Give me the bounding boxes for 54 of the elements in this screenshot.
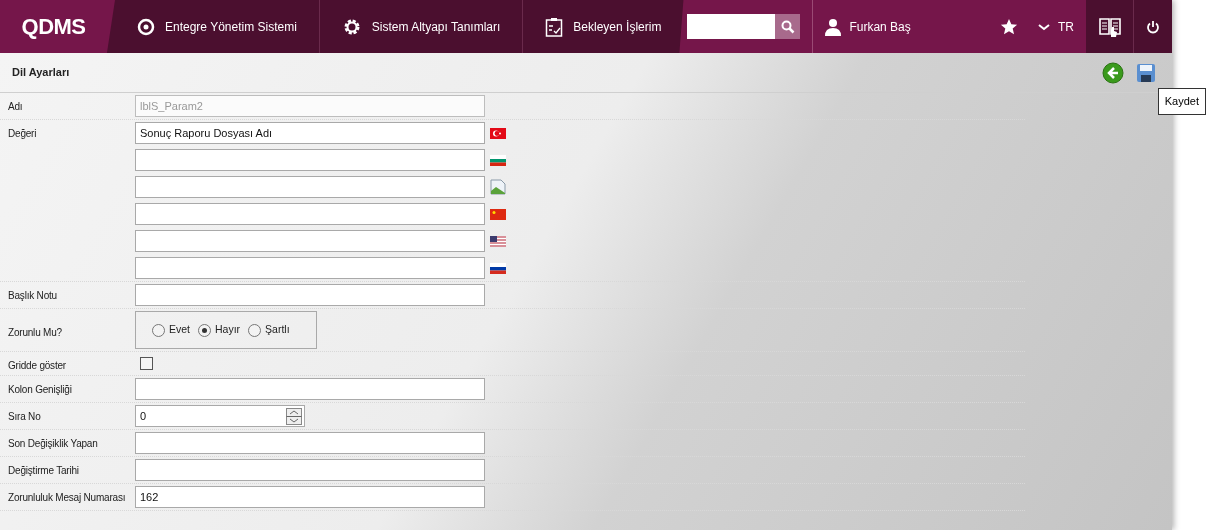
number-spinner[interactable]: 0 <box>135 405 305 427</box>
tooltip: Kaydet <box>1157 88 1206 115</box>
flag-icon <box>490 262 506 274</box>
field-label: Adı <box>7 100 24 114</box>
radio-label[interactable]: Şartlı <box>265 322 290 338</box>
field-label: Son Değişiklik Yapan <box>7 437 99 451</box>
field-label: Kolon Genişliği <box>7 383 73 397</box>
input-field[interactable] <box>135 230 485 252</box>
search-icon[interactable] <box>780 19 795 34</box>
page-title: Dil Ayarları <box>12 65 70 81</box>
input-field[interactable] <box>135 257 485 279</box>
save-icon[interactable] <box>1136 62 1156 83</box>
field-label: Başlık Notu <box>7 289 58 303</box>
input-field[interactable] <box>135 432 485 454</box>
input-field[interactable]: Sonuç Raporu Dosyası Adı <box>135 122 485 144</box>
user-name[interactable]: Furkan Baş <box>849 17 911 36</box>
flag-icon <box>490 127 506 139</box>
radio-button[interactable] <box>248 323 262 337</box>
back-icon[interactable] <box>1102 61 1124 84</box>
broken-image-icon <box>490 179 506 195</box>
field-label: Gridde göster <box>7 359 67 373</box>
input-field[interactable]: 162 <box>135 486 485 508</box>
input-field[interactable] <box>135 459 485 481</box>
spinner-arrows-icon[interactable] <box>286 407 302 425</box>
input-field[interactable] <box>135 176 485 198</box>
nav-link[interactable]: Bekleyen İşlerim <box>573 17 662 36</box>
field-label: Sıra No <box>7 410 42 424</box>
flag-icon <box>490 154 506 166</box>
user-icon <box>825 17 842 36</box>
search-button[interactable] <box>775 14 801 39</box>
q-logo-icon <box>137 17 155 36</box>
flag-icon <box>490 208 506 220</box>
field-label: Zorunluluk Mesaj Numarası <box>7 491 127 505</box>
input-field[interactable] <box>135 203 485 225</box>
input-field[interactable] <box>135 378 485 400</box>
field-label: Değeri <box>7 127 38 141</box>
radio-label[interactable]: Evet <box>169 322 190 338</box>
field-label: Değiştirme Tarihi <box>7 464 80 478</box>
input-field[interactable] <box>135 149 485 171</box>
checkbox[interactable] <box>140 357 153 370</box>
language-selector[interactable]: TR <box>1058 17 1074 36</box>
clipboard-icon <box>545 16 564 37</box>
chevron-down-icon[interactable] <box>1038 22 1050 31</box>
field-label: Zorunlu Mu? <box>7 326 63 340</box>
nav-link[interactable]: Sistem Altyapı Tanımları <box>371 17 501 36</box>
radio-label[interactable]: Hayır <box>215 322 241 338</box>
power-icon[interactable] <box>1146 19 1160 34</box>
search-field[interactable] <box>687 14 776 39</box>
radio-button[interactable] <box>152 323 165 337</box>
radio-button[interactable] <box>198 323 211 337</box>
flag-icon <box>490 235 506 247</box>
input-field[interactable] <box>135 284 485 306</box>
nav-link[interactable]: Entegre Yönetim Sistemi <box>165 17 297 36</box>
star-icon[interactable] <box>1000 17 1018 36</box>
